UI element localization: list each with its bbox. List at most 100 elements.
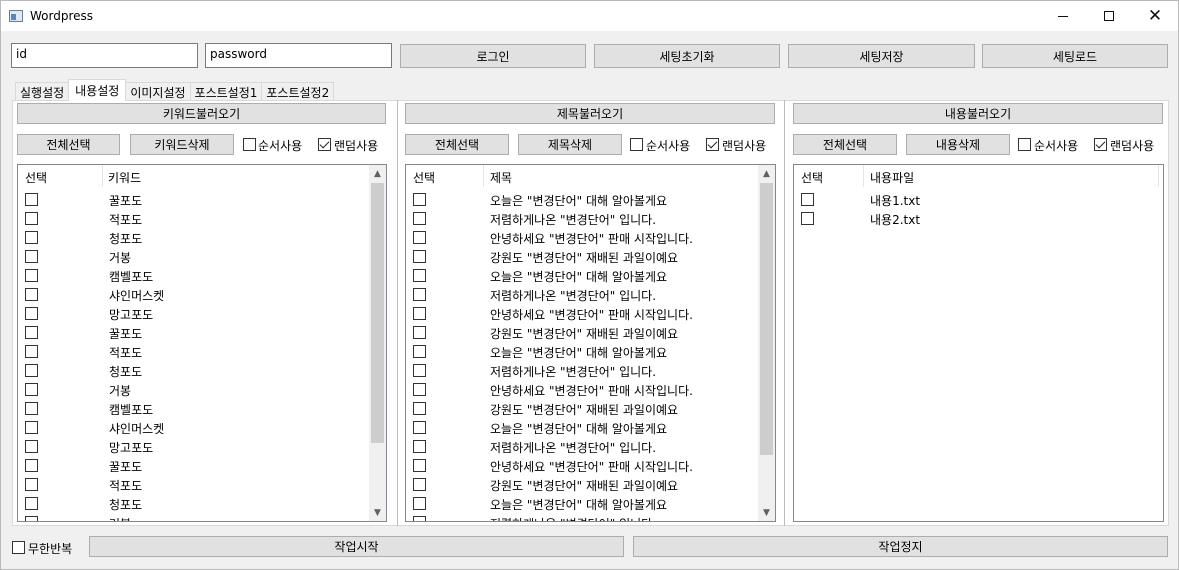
scroll-down-icon[interactable]: ▼ bbox=[758, 504, 775, 521]
title-row[interactable]: 강원도 "변경단어" 재배된 과일이예요 bbox=[406, 247, 775, 266]
title-row[interactable]: 저렴하게나온 "변경단어" 입니다. bbox=[406, 513, 775, 521]
title-row[interactable]: 오늘은 "변경단어" 대해 알아볼게요 bbox=[406, 418, 775, 437]
row-select-checkbox[interactable] bbox=[25, 459, 38, 472]
content-order-checkbox[interactable] bbox=[1018, 138, 1031, 151]
title-row[interactable]: 안녕하세요 "변경단어" 판매 시작입니다. bbox=[406, 380, 775, 399]
row-select-checkbox[interactable] bbox=[25, 250, 38, 263]
keyword-row[interactable]: 청포도 bbox=[18, 361, 386, 380]
save-settings-button[interactable]: 세팅저장 bbox=[788, 44, 975, 68]
title-row[interactable]: 오늘은 "변경단어" 대해 알아볼게요 bbox=[406, 342, 775, 361]
maximize-button[interactable] bbox=[1086, 1, 1132, 31]
row-select-checkbox[interactable] bbox=[25, 231, 38, 244]
title-order-checkbox[interactable] bbox=[630, 138, 643, 151]
keyword-random-checkbox[interactable] bbox=[318, 138, 331, 151]
row-select-checkbox[interactable] bbox=[413, 345, 426, 358]
title-row[interactable]: 안녕하세요 "변경단어" 판매 시작입니다. bbox=[406, 456, 775, 475]
title-scrollbar[interactable]: ▲ ▼ bbox=[758, 165, 775, 521]
title-row[interactable]: 저렴하게나온 "변경단어" 입니다. bbox=[406, 437, 775, 456]
minimize-button[interactable] bbox=[1040, 1, 1086, 31]
tab-image-settings[interactable]: 이미지설정 bbox=[125, 82, 191, 101]
title-row[interactable]: 오늘은 "변경단어" 대해 알아볼게요 bbox=[406, 190, 775, 209]
row-select-checkbox[interactable] bbox=[25, 307, 38, 320]
load-keywords-button[interactable]: 키워드불러오기 bbox=[17, 103, 386, 124]
start-job-button[interactable]: 작업시작 bbox=[89, 536, 624, 557]
row-select-checkbox[interactable] bbox=[413, 193, 426, 206]
content-file-row[interactable]: 내용1.txt bbox=[794, 190, 1163, 209]
row-select-checkbox[interactable] bbox=[413, 250, 426, 263]
stop-job-button[interactable]: 작업정지 bbox=[633, 536, 1168, 557]
row-select-checkbox[interactable] bbox=[25, 478, 38, 491]
row-select-checkbox[interactable] bbox=[25, 345, 38, 358]
login-button[interactable]: 로그인 bbox=[400, 44, 586, 68]
keyword-row[interactable]: 캠벨포도 bbox=[18, 266, 386, 285]
row-select-checkbox[interactable] bbox=[25, 288, 38, 301]
title-row[interactable]: 강원도 "변경단어" 재배된 과일이예요 bbox=[406, 323, 775, 342]
row-select-checkbox[interactable] bbox=[801, 193, 814, 206]
keyword-row[interactable]: 꿀포도 bbox=[18, 456, 386, 475]
title-row[interactable]: 강원도 "변경단어" 재배된 과일이예요 bbox=[406, 399, 775, 418]
keyword-row[interactable]: 꿀포도 bbox=[18, 323, 386, 342]
keyword-row[interactable]: 꿀포도 bbox=[18, 190, 386, 209]
content-file-list[interactable]: 선택 내용파일 내용1.txt 내용2.txt bbox=[793, 164, 1164, 522]
keyword-row[interactable]: 캠벨포도 bbox=[18, 399, 386, 418]
row-select-checkbox[interactable] bbox=[413, 269, 426, 282]
keyword-row[interactable]: 적포도 bbox=[18, 342, 386, 361]
row-select-checkbox[interactable] bbox=[413, 212, 426, 225]
title-row[interactable]: 오늘은 "변경단어" 대해 알아볼게요 bbox=[406, 494, 775, 513]
row-select-checkbox[interactable] bbox=[413, 383, 426, 396]
row-select-checkbox[interactable] bbox=[25, 383, 38, 396]
row-select-checkbox[interactable] bbox=[25, 516, 38, 521]
title-select-all-button[interactable]: 전체선택 bbox=[405, 134, 509, 155]
keyword-row[interactable]: 샤인머스켓 bbox=[18, 285, 386, 304]
keyword-row[interactable]: 거봉 bbox=[18, 247, 386, 266]
row-select-checkbox[interactable] bbox=[25, 421, 38, 434]
load-titles-button[interactable]: 제목불러오기 bbox=[405, 103, 775, 124]
load-settings-button[interactable]: 세팅로드 bbox=[982, 44, 1168, 68]
reset-settings-button[interactable]: 세팅초기화 bbox=[594, 44, 780, 68]
keyword-row[interactable]: 청포도 bbox=[18, 494, 386, 513]
row-select-checkbox[interactable] bbox=[801, 212, 814, 225]
title-row[interactable]: 저렴하게나온 "변경단어" 입니다. bbox=[406, 361, 775, 380]
keyword-list[interactable]: 선택 키워드 꿀포도 적포도 청포도 거봉 캠벨포도 샤인머스켓 망고포도 꿀포도 적포도 청포도… bbox=[17, 164, 387, 522]
tab-post-settings-1[interactable]: 포스트설정1 bbox=[189, 82, 263, 101]
row-select-checkbox[interactable] bbox=[25, 212, 38, 225]
load-contents-button[interactable]: 내용불러오기 bbox=[793, 103, 1163, 124]
keyword-row[interactable]: 샤인머스켓 bbox=[18, 418, 386, 437]
row-select-checkbox[interactable] bbox=[413, 459, 426, 472]
title-row[interactable]: 안녕하세요 "변경단어" 판매 시작입니다. bbox=[406, 228, 775, 247]
scroll-thumb[interactable] bbox=[760, 183, 773, 455]
row-select-checkbox[interactable] bbox=[413, 516, 426, 521]
content-file-row[interactable]: 내용2.txt bbox=[794, 209, 1163, 228]
keyword-select-all-button[interactable]: 전체선택 bbox=[17, 134, 120, 155]
tab-content-settings[interactable]: 내용설정 bbox=[68, 79, 127, 101]
tab-post-settings-2[interactable]: 포스트설정2 bbox=[261, 82, 335, 101]
keyword-row[interactable]: 거봉 bbox=[18, 380, 386, 399]
row-select-checkbox[interactable] bbox=[25, 497, 38, 510]
title-random-checkbox[interactable] bbox=[706, 138, 719, 151]
title-row[interactable]: 안녕하세요 "변경단어" 판매 시작입니다. bbox=[406, 304, 775, 323]
row-select-checkbox[interactable] bbox=[25, 269, 38, 282]
row-select-checkbox[interactable] bbox=[25, 193, 38, 206]
row-select-checkbox[interactable] bbox=[25, 440, 38, 453]
delete-contents-button[interactable]: 내용삭제 bbox=[906, 134, 1010, 155]
row-select-checkbox[interactable] bbox=[25, 326, 38, 339]
title-list[interactable]: 선택 제목 오늘은 "변경단어" 대해 알아볼게요 저렴하게나온 "변경단어" 입… bbox=[405, 164, 776, 522]
content-select-all-button[interactable]: 전체선택 bbox=[793, 134, 897, 155]
delete-keywords-button[interactable]: 키워드삭제 bbox=[130, 134, 234, 155]
row-select-checkbox[interactable] bbox=[413, 402, 426, 415]
title-row[interactable]: 강원도 "변경단어" 재배된 과일이예요 bbox=[406, 475, 775, 494]
keyword-row[interactable]: 거봉 bbox=[18, 513, 386, 521]
row-select-checkbox[interactable] bbox=[413, 421, 426, 434]
keyword-row[interactable]: 적포도 bbox=[18, 209, 386, 228]
password-input[interactable]: password bbox=[205, 43, 392, 68]
row-select-checkbox[interactable] bbox=[413, 478, 426, 491]
row-select-checkbox[interactable] bbox=[413, 307, 426, 320]
id-input[interactable]: id bbox=[11, 43, 198, 68]
keyword-scrollbar[interactable]: ▲ ▼ bbox=[369, 165, 386, 521]
keyword-row[interactable]: 망고포도 bbox=[18, 437, 386, 456]
row-select-checkbox[interactable] bbox=[413, 364, 426, 377]
row-select-checkbox[interactable] bbox=[25, 364, 38, 377]
title-bar[interactable]: Wordpress ✕ bbox=[1, 1, 1178, 31]
row-select-checkbox[interactable] bbox=[413, 231, 426, 244]
row-select-checkbox[interactable] bbox=[25, 402, 38, 415]
